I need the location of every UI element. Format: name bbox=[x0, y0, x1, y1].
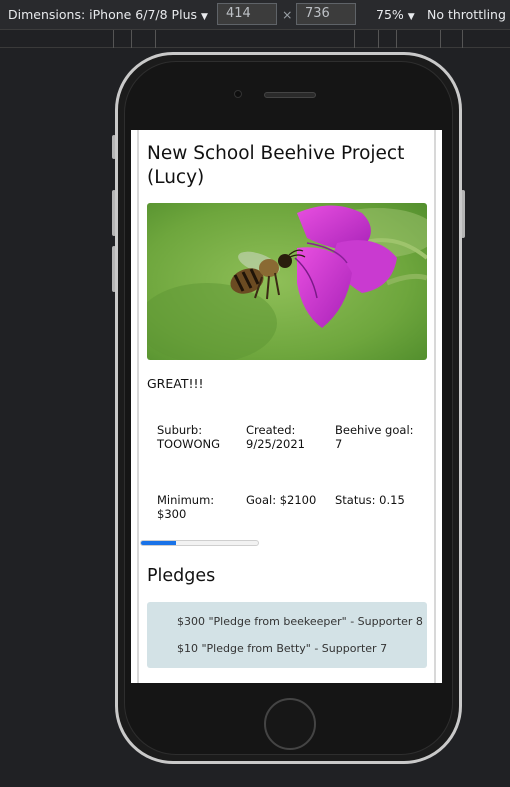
pledges-list: $300 "Pledge from beekeeper" - Supporter… bbox=[147, 602, 427, 668]
ruler-tick bbox=[131, 30, 132, 48]
device-selector[interactable]: Dimensions: iPhone 6/7/8 Plus ▼ bbox=[8, 0, 208, 30]
funding-progress-bar bbox=[140, 540, 259, 546]
device-label: Dimensions: iPhone 6/7/8 Plus bbox=[8, 7, 198, 22]
earpiece-speaker bbox=[264, 92, 316, 98]
created-stat: Created: 9/25/2021 bbox=[246, 423, 331, 451]
ruler-tick bbox=[440, 30, 441, 48]
zoom-selector[interactable]: 75% ▼ bbox=[376, 0, 415, 30]
minimum-value: $300 bbox=[157, 507, 187, 521]
created-label: Created: bbox=[246, 423, 296, 437]
zoom-label: 75% bbox=[376, 7, 404, 22]
goal-stat: Goal: $2100 bbox=[246, 493, 331, 507]
status-label: Status: 0.15 bbox=[335, 493, 405, 507]
suburb-value: TOOWONG bbox=[157, 437, 221, 451]
suburb-label: Suburb: bbox=[157, 423, 203, 437]
status-stat: Status: 0.15 bbox=[335, 493, 420, 507]
throttle-selector[interactable]: No throttling▼ bbox=[427, 0, 510, 30]
beehive-goal-value: 7 bbox=[335, 437, 343, 451]
home-button[interactable] bbox=[264, 698, 316, 750]
project-image-bee-on-flower bbox=[147, 203, 427, 360]
front-camera bbox=[234, 90, 242, 98]
suburb-stat: Suburb: TOOWONG bbox=[157, 423, 242, 451]
chevron-down-icon: ▼ bbox=[407, 12, 415, 22]
created-value: 9/25/2021 bbox=[246, 437, 305, 451]
minimum-stat: Minimum: $300 bbox=[157, 493, 242, 521]
ruler-tick bbox=[396, 30, 397, 48]
throttle-label: No throttling bbox=[427, 7, 506, 22]
ruler-tick bbox=[462, 30, 463, 48]
times-separator: × bbox=[282, 7, 293, 22]
progress-fill bbox=[141, 541, 177, 545]
pledges-heading: Pledges bbox=[147, 566, 216, 586]
project-description: GREAT!!! bbox=[147, 376, 204, 391]
media-query-bar[interactable] bbox=[0, 30, 510, 48]
device-screen: New School Beehive Project (Lucy) GREAT!… bbox=[131, 130, 442, 683]
beehive-goal-label: Beehive goal: bbox=[335, 423, 414, 437]
pledge-item: $10 "Pledge from Betty" - Supporter 7 bbox=[177, 642, 388, 655]
bee-flower-illustration bbox=[147, 203, 427, 360]
minimum-label: Minimum: bbox=[157, 493, 215, 507]
project-title: New School Beehive Project (Lucy) bbox=[147, 143, 405, 188]
height-input[interactable]: 736 bbox=[296, 3, 356, 25]
ruler-tick bbox=[354, 30, 355, 48]
ruler-tick bbox=[378, 30, 379, 48]
width-input[interactable]: 414 bbox=[217, 3, 277, 25]
chevron-down-icon: ▼ bbox=[201, 12, 208, 22]
devtools-device-toolbar: Dimensions: iPhone 6/7/8 Plus ▼ 414 × 736… bbox=[0, 0, 510, 30]
goal-label: Goal: $2100 bbox=[246, 493, 317, 507]
pledge-item: $300 "Pledge from beekeeper" - Supporter… bbox=[177, 615, 423, 628]
ruler-tick bbox=[155, 30, 156, 48]
beehive-goal-stat: Beehive goal: 7 bbox=[335, 423, 420, 451]
ruler-tick bbox=[113, 30, 114, 48]
